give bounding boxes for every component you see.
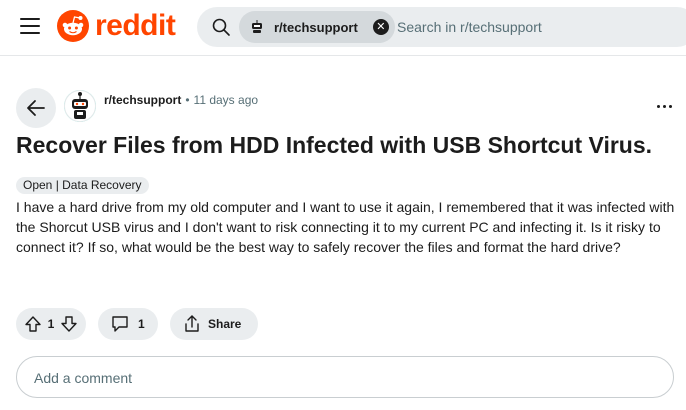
ellipsis-icon[interactable] — [650, 96, 678, 116]
share-button[interactable]: Share — [170, 308, 258, 340]
arrow-down-icon — [61, 316, 77, 332]
community-filter-chip[interactable]: r/techsupport ✕ — [239, 11, 395, 43]
comment-count: 1 — [138, 317, 145, 331]
vote-count: 1 — [47, 317, 55, 331]
downvote-button[interactable] — [58, 308, 80, 340]
reddit-wordmark: reddit — [95, 9, 176, 42]
top-bar: reddit r/techsupport ✕ — [0, 0, 686, 56]
comment-input[interactable] — [34, 368, 634, 388]
vote-control: 1 — [16, 308, 86, 340]
meta-separator: • — [185, 93, 190, 107]
arrow-up-icon — [25, 316, 41, 332]
post-body: I have a hard drive from my old computer… — [16, 199, 675, 255]
comment-box[interactable] — [16, 356, 674, 398]
reddit-snoo-icon — [57, 10, 89, 42]
community-avatar-icon — [247, 17, 267, 37]
search-input[interactable] — [397, 17, 677, 37]
robot-avatar-icon — [64, 90, 96, 122]
close-icon[interactable]: ✕ — [372, 19, 389, 35]
search-icon — [212, 18, 230, 36]
subreddit-avatar[interactable] — [64, 90, 96, 122]
post-timestamp: 11 days ago — [193, 93, 259, 107]
share-label: Share — [208, 317, 242, 331]
arrow-left-icon — [27, 100, 45, 116]
community-chip-label: r/techsupport — [274, 19, 358, 35]
share-icon — [185, 315, 199, 332]
post-flair[interactable]: Open | Data Recovery — [16, 177, 149, 194]
post-meta: r/techsupport • 11 days ago — [104, 92, 258, 108]
post-title: Recover Files from HDD Infected with USB… — [16, 132, 653, 158]
hamburger-menu-icon[interactable] — [14, 10, 46, 42]
reddit-logo[interactable]: reddit — [57, 9, 176, 42]
back-button[interactable] — [16, 88, 56, 128]
search-bar[interactable]: r/techsupport ✕ — [197, 7, 686, 47]
subreddit-link[interactable]: r/techsupport — [104, 92, 181, 108]
comments-button[interactable]: 1 — [98, 308, 158, 340]
upvote-button[interactable] — [22, 308, 44, 340]
comment-bubble-icon — [112, 316, 128, 332]
